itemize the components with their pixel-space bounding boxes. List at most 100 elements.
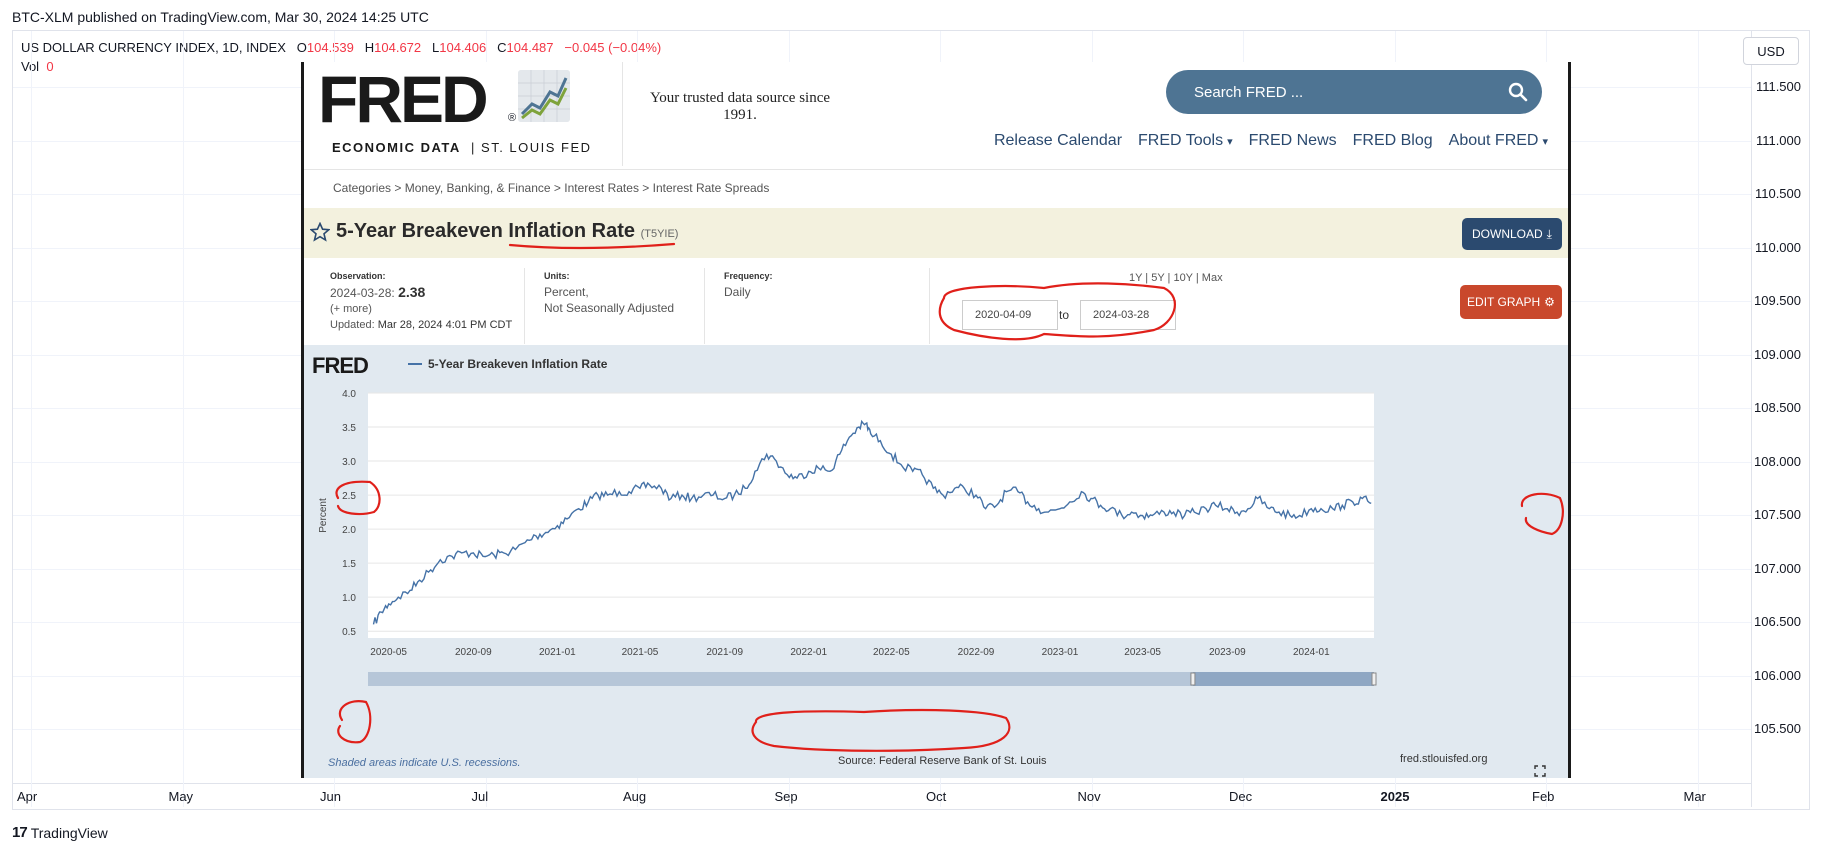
source-text: Source: Federal Reserve Bank of St. Loui…	[838, 755, 1047, 767]
grid-line-vertical	[1697, 31, 1699, 807]
y-tick-label: 1.0	[342, 593, 356, 604]
nav-fred-tools-label: FRED Tools	[1138, 132, 1224, 149]
time-axis-separator	[13, 783, 1751, 784]
price-axis-label[interactable]: 109.500	[1741, 293, 1801, 308]
y-tick-label: 4.0	[342, 389, 356, 400]
x-tick-label: 2021-01	[539, 647, 576, 658]
gear-icon: ⚙	[1544, 295, 1555, 309]
price-axis-label[interactable]: 106.500	[1741, 614, 1801, 629]
breadcrumb[interactable]: Categories > Money, Banking, & Finance >…	[333, 181, 769, 195]
x-tick-label: 2024-01	[1293, 647, 1330, 658]
price-axis-label[interactable]: 105.500	[1741, 721, 1801, 736]
tradingview-logo-icon: 17	[12, 824, 28, 841]
meta-divider	[704, 268, 705, 344]
time-axis-label[interactable]: Aug	[623, 789, 646, 804]
open-value: 104.539	[306, 40, 354, 55]
published-caption: BTC-XLM published on TradingView.com, Ma…	[12, 9, 429, 25]
price-axis-label[interactable]: 111.000	[1741, 133, 1801, 148]
edit-graph-button[interactable]: EDIT GRAPH ⚙	[1460, 285, 1562, 319]
tradingview-logo[interactable]: 17 TradingView	[12, 824, 108, 841]
symbol-legend[interactable]: US DOLLAR CURRENCY INDEX, 1D, INDEX O104…	[21, 40, 661, 55]
nav-about-fred-label: About FRED	[1448, 132, 1539, 149]
updated-label: Updated:	[330, 319, 375, 331]
chart-area: FRED 5-Year Breakeven Inflation Rate 0.5…	[304, 345, 1568, 778]
price-axis-label[interactable]: 108.500	[1741, 400, 1801, 415]
fred-line-chart[interactable]: 0.5 1.0 1.5 2.0 2.5 3.0 3.5 4.0 Percent 2020-05 20…	[304, 345, 1568, 778]
time-axis-label[interactable]: Mar	[1684, 789, 1706, 804]
more-link[interactable]: (+ more)	[330, 301, 512, 317]
chevron-down-icon: ▾	[1227, 135, 1233, 148]
x-tick-label: 2021-05	[622, 647, 659, 658]
price-axis-label[interactable]: 108.000	[1741, 454, 1801, 469]
fred-logo-sub-bold: ECONOMIC DATA	[332, 140, 461, 155]
nav-fred-news[interactable]: FRED News	[1249, 132, 1337, 150]
edit-graph-label: EDIT GRAPH	[1467, 295, 1541, 309]
time-axis-label[interactable]: Apr	[17, 789, 37, 804]
x-tick-label: 2022-09	[958, 647, 995, 658]
expand-icon[interactable]	[1534, 765, 1546, 777]
open-label: O	[296, 40, 307, 55]
price-axis-label[interactable]: 107.500	[1741, 507, 1801, 522]
price-axis-label[interactable]: 110.500	[1741, 186, 1801, 201]
nav-release-calendar[interactable]: Release Calendar	[994, 132, 1122, 150]
download-button[interactable]: DOWNLOAD ⤓	[1462, 218, 1562, 250]
grid-line-vertical	[31, 31, 32, 807]
observation-date: 2024-03-28:	[330, 286, 395, 300]
y-tick-label: 3.0	[342, 457, 356, 468]
currency-button[interactable]: USD	[1743, 37, 1799, 65]
close-value: 104.487	[506, 40, 554, 55]
plot-background	[368, 393, 1374, 638]
units-block: Units: Percent, Not Seasonally Adjusted	[544, 268, 674, 316]
nav-fred-blog[interactable]: FRED Blog	[1353, 132, 1433, 150]
time-axis-label[interactable]: Oct	[926, 789, 946, 804]
frequency-label: Frequency:	[724, 271, 773, 281]
y-axis-label: Percent	[318, 498, 329, 533]
y-tick-label: 3.5	[342, 423, 356, 434]
price-axis-label[interactable]: 111.500	[1741, 79, 1801, 94]
date-to-input[interactable]: 2024-03-28	[1080, 300, 1176, 330]
price-axis-label[interactable]: 106.000	[1741, 668, 1801, 683]
search-icon[interactable]	[1508, 82, 1528, 102]
download-icon: ⤓	[1546, 226, 1552, 241]
time-axis-label[interactable]: Jun	[320, 789, 341, 804]
time-axis-label[interactable]: May	[169, 789, 194, 804]
y-tick-label: 2.0	[342, 525, 356, 536]
site-url[interactable]: fred.stlouisfed.org	[1400, 753, 1487, 765]
fred-logo[interactable]: FRED ® ECONOMIC DATA | ST. LOUIS FED	[318, 66, 590, 155]
registered-icon: ®	[508, 112, 517, 124]
x-tick-label: 2023-05	[1124, 647, 1161, 658]
symbol-name[interactable]: US DOLLAR CURRENCY INDEX, 1D, INDEX	[21, 40, 286, 55]
volume-value: 0	[46, 59, 54, 74]
date-from-input[interactable]: 2020-04-09	[962, 300, 1058, 330]
nav-fred-tools[interactable]: FRED Tools ▾	[1138, 132, 1233, 150]
download-label: DOWNLOAD	[1472, 227, 1543, 241]
time-axis-label[interactable]: Jul	[472, 789, 489, 804]
price-axis-label[interactable]: 110.000	[1741, 240, 1801, 255]
star-icon[interactable]	[310, 222, 330, 242]
price-axis-label[interactable]: 109.000	[1741, 347, 1801, 362]
time-axis-label[interactable]: Nov	[1078, 789, 1101, 804]
series-title: 5-Year Breakeven Inflation Rate	[336, 220, 636, 242]
time-axis-label[interactable]: Dec	[1229, 789, 1252, 804]
header-divider	[622, 62, 623, 166]
y-tick-label: 1.5	[342, 559, 356, 570]
time-axis-label[interactable]: 2025	[1381, 789, 1410, 804]
observation-value: 2.38	[398, 284, 426, 300]
updated-value: Mar 28, 2024 4:01 PM CDT	[377, 319, 513, 331]
tradingview-logo-text: TradingView	[30, 824, 108, 841]
navigator-handle-left	[1190, 672, 1196, 686]
time-axis-label[interactable]: Sep	[775, 789, 798, 804]
x-tick-label: 2020-05	[370, 647, 407, 658]
x-tick-label: 2023-01	[1042, 647, 1079, 658]
meta-divider	[929, 268, 930, 344]
search-input[interactable]: Search FRED ...	[1166, 70, 1542, 114]
nav-about-fred[interactable]: About FRED ▾	[1449, 132, 1548, 150]
observation-label: Observation:	[330, 271, 386, 281]
volume-legend[interactable]: Vol 0	[21, 59, 54, 74]
fred-header: FRED ® ECONOMIC DATA | ST. LOUIS FED You…	[304, 62, 1568, 170]
recession-footnote: Shaded areas indicate U.S. recessions.	[328, 757, 521, 769]
change-value: −0.045 (−0.04%)	[564, 40, 662, 55]
price-axis-label[interactable]: 107.000	[1741, 561, 1801, 576]
time-axis-label[interactable]: Feb	[1532, 789, 1554, 804]
range-selector[interactable]: 1Y | 5Y | 10Y | Max	[1129, 272, 1223, 284]
